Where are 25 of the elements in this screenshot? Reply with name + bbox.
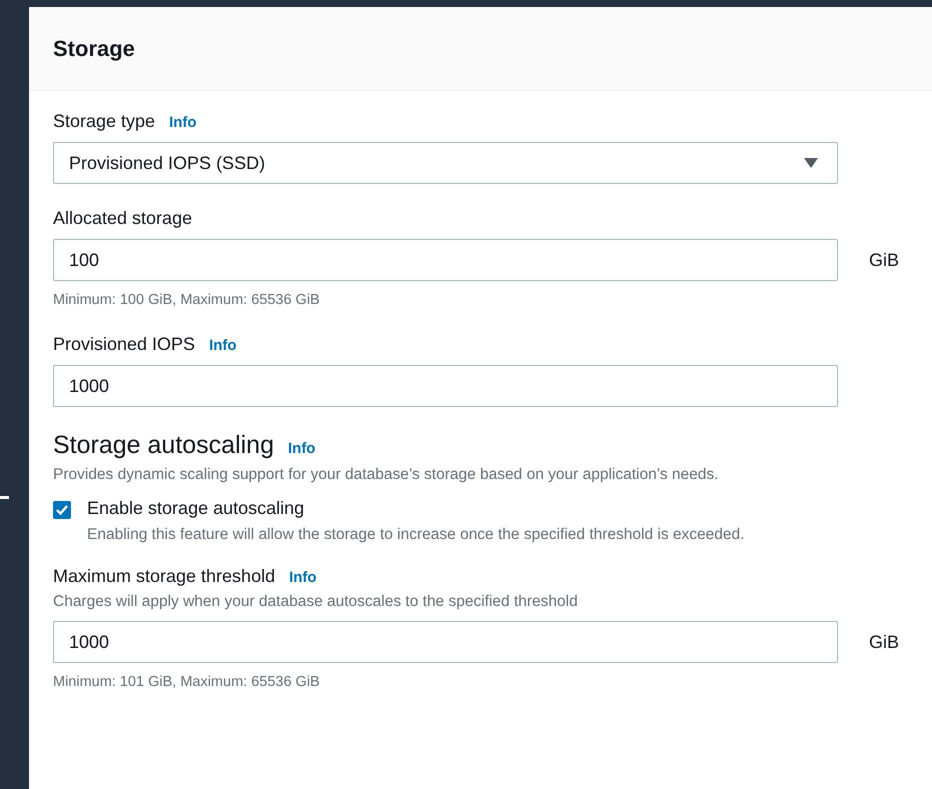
info-link[interactable]: Info bbox=[289, 569, 317, 586]
field-label: Provisioned IOPS bbox=[53, 334, 196, 355]
checkbox[interactable] bbox=[53, 501, 71, 519]
field-hint: Minimum: 100 GiB, Maximum: 65536 GiB bbox=[53, 292, 321, 308]
info-link[interactable]: Info bbox=[169, 114, 197, 131]
field-label: Maximum storage threshold bbox=[53, 566, 276, 587]
unit-label: GiB bbox=[869, 250, 900, 270]
field-label: Allocated storage bbox=[53, 208, 192, 229]
storage-type-select[interactable]: Provisioned IOPS (SSD) bbox=[53, 142, 838, 184]
info-link[interactable]: Info bbox=[288, 440, 316, 457]
input-field[interactable]: 100 bbox=[53, 239, 838, 281]
section-heading: Storage autoscaling bbox=[53, 431, 274, 460]
checkbox-label: Enable storage autoscaling bbox=[87, 498, 306, 519]
input-field[interactable]: 1000 bbox=[53, 365, 838, 407]
dash-mark bbox=[0, 496, 9, 499]
panel-title: Storage bbox=[53, 36, 135, 62]
section-description: Provides dynamic scaling support for your database’s storage based on your application’s needs. bbox=[53, 466, 720, 484]
unit-label: GiB bbox=[869, 632, 900, 652]
field-description: Charges will apply when your database autoscales to the specified threshold bbox=[53, 593, 579, 611]
checkbox-description: Enabling this feature will allow the storage to increase once the specified threshold is exceeded. bbox=[87, 525, 746, 545]
field-hint: Minimum: 101 GiB, Maximum: 65536 GiB bbox=[53, 674, 321, 690]
field-label: Storage type bbox=[53, 111, 156, 132]
info-link[interactable]: Info bbox=[209, 337, 237, 354]
caret-icon bbox=[804, 158, 818, 168]
input-field[interactable]: 1000 bbox=[53, 621, 838, 663]
